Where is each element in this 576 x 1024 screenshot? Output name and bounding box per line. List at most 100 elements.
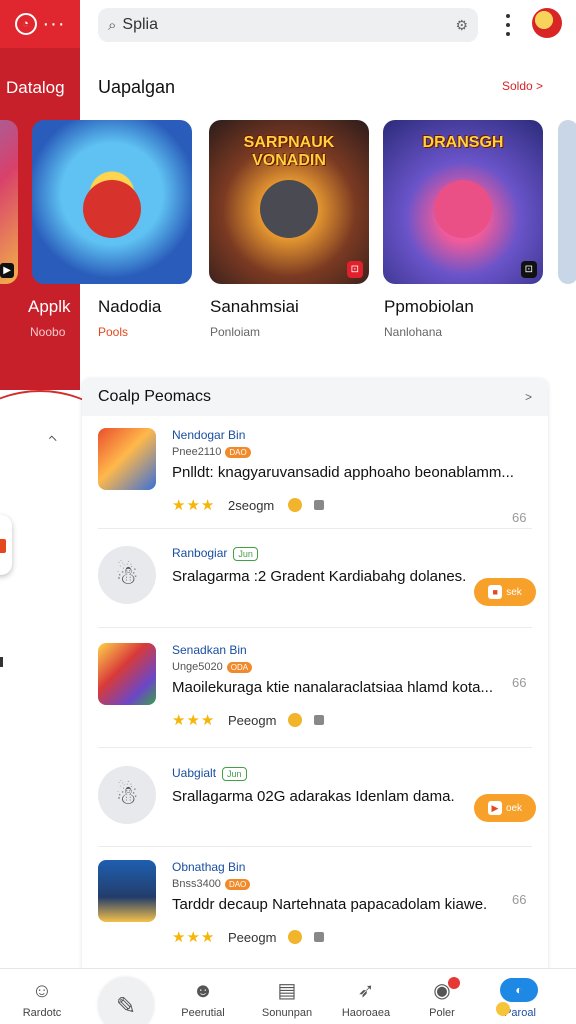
comment-id: Unge5020 bbox=[172, 661, 223, 673]
comment-author[interactable]: Senadkan Bin bbox=[172, 643, 247, 657]
comment-author[interactable]: Nendogar Bin bbox=[172, 428, 245, 442]
emoji-icon[interactable] bbox=[288, 930, 302, 944]
notification-badge bbox=[448, 977, 460, 989]
game-card-headline: SARPNAUK VONADIN bbox=[243, 134, 335, 169]
home-icon[interactable] bbox=[314, 715, 324, 725]
game-card-sub: Pools bbox=[98, 325, 129, 339]
app-screen: ◔ ··· Datalog ▶ Applk Noobo ⌐ ⌕ ⚙ Uapalg… bbox=[0, 0, 576, 1024]
overflow-menu-icon[interactable] bbox=[500, 12, 516, 38]
comments-title: Coalp Peomacs bbox=[98, 388, 211, 405]
author-name: Uabgialt bbox=[172, 766, 217, 780]
drawer-card-image[interactable]: ▶ bbox=[0, 120, 18, 284]
bookmark-icon[interactable] bbox=[314, 500, 324, 510]
play-icon: ▶ bbox=[0, 263, 14, 278]
comment-text: Pnlldt: knagyaruvansadid apphoaho beonab… bbox=[172, 464, 514, 481]
row-divider bbox=[98, 627, 532, 628]
drawer-mark bbox=[0, 657, 3, 667]
game-card-name: Sanahmsiai bbox=[210, 297, 299, 316]
play-icon: ▶ bbox=[487, 801, 502, 815]
author-tag: Jun bbox=[233, 546, 258, 561]
comment-author[interactable]: Ranbogiar Jun bbox=[172, 546, 258, 561]
nav-item-home[interactable]: ☺ Rardotc bbox=[4, 969, 80, 1024]
nav-item-docs[interactable]: ▤ Sonunpan bbox=[249, 969, 325, 1024]
nav-item-people[interactable]: ☻ Peerutial bbox=[165, 969, 241, 1024]
drawer-toggle-button[interactable] bbox=[0, 515, 12, 575]
game-card-3[interactable]: DRANSGH ⊡ bbox=[383, 120, 543, 284]
comment-text: Tarddr decaup Nartehnata papacadolam kia… bbox=[172, 896, 488, 913]
meta-badge: DAO bbox=[225, 447, 251, 458]
person-icon: ☺ bbox=[31, 980, 53, 1002]
video-icon: ⊡ bbox=[520, 261, 537, 278]
game-card-name: Nadodia bbox=[98, 297, 162, 316]
expand-icon[interactable]: > bbox=[525, 390, 532, 404]
row-divider bbox=[98, 846, 532, 847]
reaction-count[interactable]: 66 bbox=[512, 675, 526, 690]
comment-row[interactable]: ☃ Uabgialt Jun Srallagarma 02G adarakas I… bbox=[98, 766, 538, 836]
comment-meta: Unge5020 ODA bbox=[172, 661, 253, 673]
author-name: Ranbogiar bbox=[172, 546, 228, 560]
nav-label: Haoroaea bbox=[341, 1007, 391, 1019]
clock-icon: ◔ bbox=[14, 13, 37, 35]
game-card-4[interactable] bbox=[558, 120, 576, 284]
nav-label: Rardotc bbox=[22, 1007, 62, 1019]
comment-text: Maoilekuraga ktie nanalaraclatsiaa hlamd… bbox=[172, 679, 494, 696]
video-icon: ⊡ bbox=[346, 261, 363, 278]
search-input[interactable] bbox=[122, 16, 456, 34]
compose-icon: ✎ bbox=[115, 992, 137, 1020]
document-icon: ▤ bbox=[277, 980, 297, 1002]
comments-header[interactable]: Coalp Peomacs > bbox=[82, 378, 548, 416]
comment-author[interactable]: Obnathag Bin bbox=[172, 860, 245, 874]
emoji-icon[interactable] bbox=[288, 713, 302, 727]
see-more-link[interactable]: Soldo > bbox=[502, 79, 543, 93]
comments-panel: Coalp Peomacs > Nendogar Bin Pnee2110 DAO… bbox=[82, 378, 548, 978]
action-label: oek bbox=[505, 802, 523, 814]
game-character-image bbox=[260, 179, 318, 238]
bookmark-icon[interactable] bbox=[314, 932, 324, 942]
nav-label: Sonunpan bbox=[261, 1007, 313, 1019]
profile-avatar[interactable] bbox=[532, 8, 562, 38]
nav-item-points[interactable]: ◉ Poler bbox=[404, 969, 480, 1024]
meta-badge: ODA bbox=[226, 662, 253, 673]
active-tab-indicator[interactable]: ◐ bbox=[500, 978, 538, 1002]
game-thumbnail bbox=[98, 860, 156, 922]
search-bar[interactable]: ⌕ ⚙ bbox=[98, 8, 478, 42]
filter-icon[interactable]: ⚙ bbox=[455, 17, 468, 34]
reaction-count[interactable]: 66 bbox=[512, 892, 526, 907]
comment-row[interactable]: Obnathag Bin Bnss3400 DAO Tarddr decaup N… bbox=[98, 860, 538, 960]
reaction-count[interactable]: 66 bbox=[512, 510, 526, 525]
search-icon: ⌕ bbox=[108, 16, 117, 34]
emoji-icon[interactable] bbox=[288, 498, 302, 512]
user-avatar-icon: ☃ bbox=[98, 766, 156, 824]
row-divider bbox=[98, 528, 532, 529]
nav-label: Peerutial bbox=[181, 1007, 225, 1019]
rating-stars: ★★★ bbox=[172, 929, 216, 946]
comment-row[interactable]: Nendogar Bin Pnee2110 DAO Pnlldt: knagyar… bbox=[98, 428, 538, 528]
rating-label: Peeogm bbox=[228, 713, 277, 728]
game-card-2[interactable]: SARPNAUK VONADIN ⊡ bbox=[209, 120, 369, 284]
comment-row[interactable]: Senadkan Bin Unge5020 ODA Maoilekuraga kt… bbox=[98, 643, 538, 743]
comment-row[interactable]: ☃ Ranbogiar Jun Sralagarma :2 Gradent Kar… bbox=[98, 546, 538, 616]
game-thumbnail bbox=[98, 428, 156, 490]
comment-author[interactable]: Uabgialt Jun bbox=[172, 766, 247, 781]
nav-item-announce[interactable]: ➶ Haoroaea bbox=[328, 969, 404, 1024]
rating-label: 2seogm bbox=[228, 498, 275, 513]
game-character-image bbox=[83, 179, 141, 238]
game-card-1[interactable] bbox=[32, 120, 192, 284]
drawer-card-sub: Noobo bbox=[30, 325, 66, 339]
rating-stars: ★★★ bbox=[172, 712, 216, 729]
action-button[interactable]: ■ sek bbox=[474, 578, 536, 606]
comment-text: Srallagarma 02G adarakas Idenlam dama. bbox=[172, 788, 455, 805]
game-thumbnail bbox=[98, 643, 156, 705]
game-card-sub: Ponloiam bbox=[210, 325, 261, 339]
author-tag: Jun bbox=[222, 766, 247, 781]
rating-stars: ★★★ bbox=[172, 497, 216, 514]
game-card-headline: DRANSGH bbox=[422, 134, 504, 151]
group-icon: ☻ bbox=[192, 980, 214, 1002]
meta-badge: DAO bbox=[224, 879, 251, 890]
megaphone-icon: ➶ bbox=[357, 980, 375, 1002]
action-button[interactable]: ▶ oek bbox=[474, 794, 536, 822]
section-title: Uapalgan bbox=[98, 77, 176, 97]
comment-meta: Bnss3400 DAO bbox=[172, 878, 251, 890]
drawer-header-button[interactable]: ◔ ··· bbox=[0, 0, 80, 48]
active-dot bbox=[496, 1002, 510, 1016]
